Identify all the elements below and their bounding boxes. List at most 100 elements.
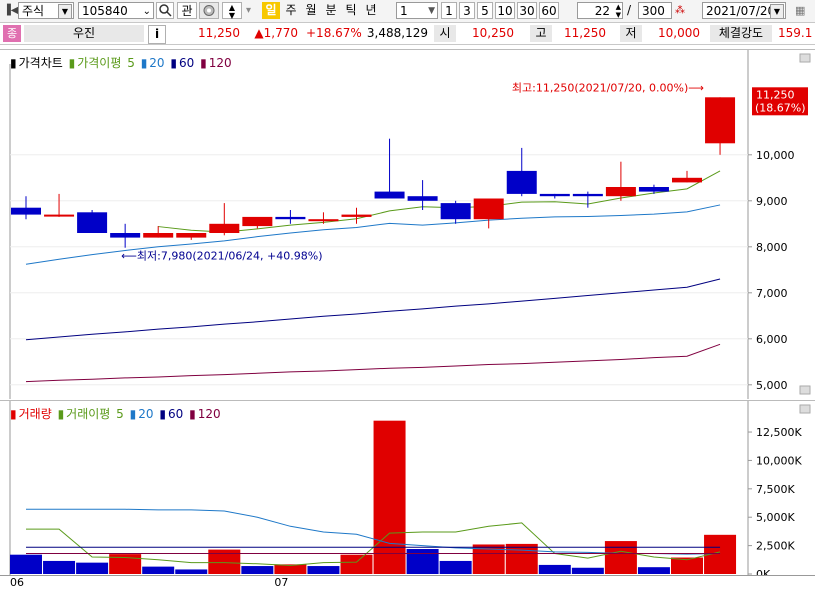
volume-bar (406, 549, 439, 574)
candle-body (242, 216, 273, 227)
pane-resize-icon (799, 53, 811, 63)
candle-body (110, 233, 141, 238)
chevron-down-icon[interactable]: ▼ (58, 4, 72, 19)
candle-body (638, 187, 669, 192)
chevron-down-icon[interactable]: ⌄ (143, 3, 151, 20)
volume-bar (637, 567, 670, 574)
candle-body (209, 223, 240, 233)
candle-body (341, 214, 372, 217)
y-tick-label: 5,000 (756, 379, 788, 392)
volume-bar (505, 543, 538, 574)
volume-bar (571, 567, 604, 574)
period-tab[interactable]: 월 (302, 2, 320, 19)
open-label: 시 (434, 25, 456, 42)
ma-line-120 (25, 343, 721, 383)
high-label: 고 (530, 25, 552, 42)
volume-pane[interactable]: ▮ 거래량 ▮ 거래이평 5 ▮ 20 ▮ 60 ▮ 120 12,500K 10,000K… (0, 400, 815, 576)
interval-select[interactable]: 1 ▼ (396, 2, 438, 19)
candle-body (539, 193, 570, 197)
search-icon[interactable] (156, 2, 174, 19)
candle-body (143, 233, 174, 238)
low-label: 저 (620, 25, 642, 42)
ma-line-60 (25, 278, 721, 341)
low-value: 10,000 (658, 26, 700, 40)
min-price-annotation: ⟵최저:7,980(2021/06/24, +40.98%) (121, 250, 322, 263)
pane-resize-icon (799, 385, 811, 395)
y-tick-label: 9,000 (756, 195, 788, 208)
volume-bar (538, 564, 571, 574)
y-tick-label: 6,000 (756, 333, 788, 346)
stock-name: 우진 (24, 25, 144, 42)
volume-chart[interactable]: 12,500K10,000K7,500K5,000K2,500K0K (0, 401, 815, 576)
candle-body (275, 216, 306, 220)
y-tick-label: 10,000K (756, 454, 802, 467)
stepper-icon[interactable]: ▲ ▼ (222, 2, 242, 20)
market-type-select[interactable]: 주식 ▼ (18, 2, 74, 19)
period-tab[interactable]: 주 (282, 2, 300, 19)
candle-body (11, 207, 41, 215)
interval-button[interactable]: 60 (539, 2, 559, 19)
volume-value: 3,488,129 (366, 26, 428, 40)
y-tick-label: 7,500K (756, 483, 795, 496)
y-tick-label: 7,000 (756, 287, 788, 300)
open-value: 10,250 (472, 26, 514, 40)
chevron-down-icon[interactable]: ▼ (770, 4, 784, 19)
y-tick-label: 10,000 (756, 149, 795, 162)
count-value: 22 (594, 4, 610, 18)
interval-button[interactable]: 3 (459, 2, 475, 19)
chart-toolbar: ▐◀ 주식 ▼ 105840 ⌄ 관 ▲ ▼ ▾ 일주월분틱년 1 ▼ 1 3 5 10… (0, 0, 815, 23)
volume-bar (604, 541, 637, 574)
candle-body (572, 193, 603, 197)
volume-bar (76, 562, 109, 574)
period-tab[interactable]: 분 (322, 2, 340, 19)
spin-icon[interactable]: ▲ ▼ (616, 3, 621, 19)
count-input[interactable]: 22 ▲ ▼ (577, 2, 623, 19)
volume-bar (241, 566, 274, 574)
chevron-down-icon[interactable]: ▾ (246, 2, 258, 19)
volume-bar (175, 569, 208, 574)
chevron-down-icon[interactable]: ▼ (428, 3, 435, 20)
strength-value: 159.1 (778, 26, 813, 40)
interval-button[interactable]: 1 (441, 2, 457, 19)
period-tab[interactable]: 일 (262, 2, 280, 19)
market-badge: 종 (3, 25, 21, 42)
candle-body (374, 191, 405, 199)
strength-label: 체결강도 (710, 25, 772, 42)
interval-button[interactable]: 30 (517, 2, 537, 19)
candle-body (672, 177, 702, 183)
period-tab[interactable]: 년 (362, 2, 380, 19)
watchlist-button[interactable]: 관 (177, 2, 197, 19)
stock-code-value: 105840 (82, 4, 128, 18)
settings-gear-icon[interactable] (199, 2, 219, 19)
price-pane[interactable]: ▮ 가격차트 ▮ 가격이평 5 ▮ 20 ▮ 60 ▮ 120 10,000 9,000 8,… (0, 49, 815, 399)
date-input[interactable]: 2021/07/20 ▼ (702, 2, 786, 19)
price-change: ▲1,770 (254, 26, 298, 40)
candle-body (44, 214, 75, 217)
stock-code-input[interactable]: 105840 ⌄ (78, 2, 154, 19)
volume-bar (10, 554, 42, 574)
high-value: 11,250 (564, 26, 606, 40)
candle-body (605, 187, 636, 197)
y-tick-label: 12,500K (756, 426, 802, 439)
volume-bar (142, 566, 175, 574)
interval-button[interactable]: 5 (477, 2, 493, 19)
info-button[interactable]: i (148, 25, 166, 44)
volume-bar (307, 566, 340, 574)
interval-button[interactable]: 10 (495, 2, 515, 19)
x-axis: 06 07 (0, 575, 815, 592)
y-tick-label: 8,000 (756, 241, 788, 254)
market-type-value: 주식 (22, 4, 45, 18)
grid-icon[interactable]: ⁂ (675, 2, 693, 19)
candle-body (506, 170, 537, 194)
x-tick-label: 06 (10, 576, 24, 589)
volume-bar (439, 560, 472, 574)
period-tab[interactable]: 틱 (342, 2, 360, 19)
candle-body (176, 233, 207, 238)
calendar-icon[interactable]: ▦ (795, 2, 813, 19)
total-count-input[interactable]: 300 (638, 2, 672, 19)
last-pct-tag: (18.67%) (755, 101, 806, 114)
price-chart[interactable]: 10,000 9,000 8,000 7,000 6,000 5,000 최고:11,250… (0, 50, 815, 399)
menu-icon[interactable]: ▐◀ (3, 2, 18, 19)
date-value: 2021/07/20 (706, 4, 776, 18)
y-tick-label: 2,500K (756, 540, 795, 553)
